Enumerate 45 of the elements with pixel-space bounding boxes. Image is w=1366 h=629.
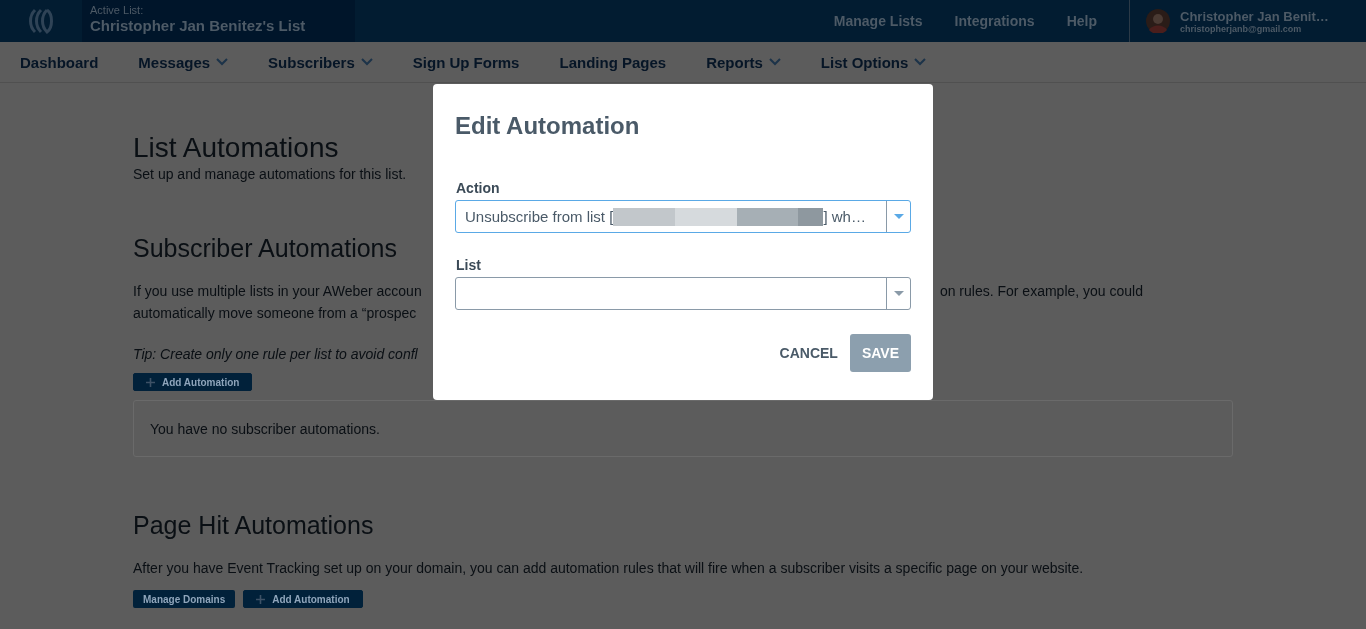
plus-icon	[256, 594, 266, 604]
plus-icon	[146, 377, 155, 387]
nav-item[interactable]: Messages	[138, 53, 229, 71]
field-label: List	[456, 257, 482, 273]
nav-item[interactable]: Dashboard	[20, 53, 99, 71]
field-label: Action	[456, 180, 501, 196]
modal-title: Edit Automation	[455, 112, 641, 140]
active-list-label: Active List:	[90, 4, 145, 16]
avatar-icon	[1146, 9, 1170, 33]
empty-message: You have no subscriber automations.	[150, 420, 380, 437]
paragraph-text: After you have Event Tracking set up on your domain, you can add automation rules that will fire when a subscriber visits a specific page on your website.	[133, 559, 1084, 578]
header-link[interactable]: Help	[1066, 13, 1097, 29]
dropdown-value: Unsubscribe from list [	[465, 208, 614, 225]
dropdown-field[interactable]	[455, 277, 911, 310]
nav-item[interactable]: Reports	[706, 53, 781, 71]
paragraph-text: If you use multiple lists in your AWeber accoun	[133, 282, 422, 301]
active-list-name[interactable]: Christopher Jan Benitez's List	[90, 17, 347, 34]
manage-domains-button[interactable]: Manage Domains	[133, 590, 236, 608]
caret-icon	[768, 58, 781, 66]
nav-item[interactable]: List Options	[820, 53, 927, 71]
header-link[interactable]: Integrations	[954, 13, 1035, 29]
user-name[interactable]: Christopher Jan Benit…	[1180, 8, 1329, 24]
caret-icon	[360, 58, 373, 66]
dropdown-arrow-icon	[893, 291, 904, 296]
section-heading: Subscriber Automations	[133, 234, 398, 262]
page-subtitle: Set up and manage automations for this list.	[133, 166, 407, 182]
add-automation-button[interactable]: Add Automation	[243, 590, 363, 608]
caret-icon	[216, 58, 229, 66]
section-heading: Page Hit Automations	[133, 511, 374, 539]
dropdown-value: ] wh…	[823, 208, 866, 225]
logo-icon	[26, 6, 56, 36]
nav-item[interactable]: Landing Pages	[559, 53, 667, 71]
paragraph-text: on rules. For example, you could	[939, 282, 1143, 301]
dropdown-arrow-icon	[893, 214, 904, 219]
nav-item[interactable]: Subscribers	[268, 53, 373, 71]
dropdown-field[interactable]: Unsubscribe from list [ ] wh…	[455, 200, 911, 233]
nav-item[interactable]: Sign Up Forms	[412, 53, 520, 71]
user-email: christopherjanb@gmail.com	[1180, 23, 1303, 34]
caret-icon	[914, 58, 927, 66]
add-automation-button[interactable]: Add Automation	[133, 373, 253, 391]
tip-text: Tip: Create only one rule per list to avoid confl	[133, 346, 418, 362]
cancel-button[interactable]: CANCEL	[779, 345, 838, 361]
paragraph-text: automatically move someone from a “prospec	[133, 304, 417, 323]
page-title: List Automations	[133, 133, 339, 163]
header-link[interactable]: Manage Lists	[833, 13, 923, 29]
